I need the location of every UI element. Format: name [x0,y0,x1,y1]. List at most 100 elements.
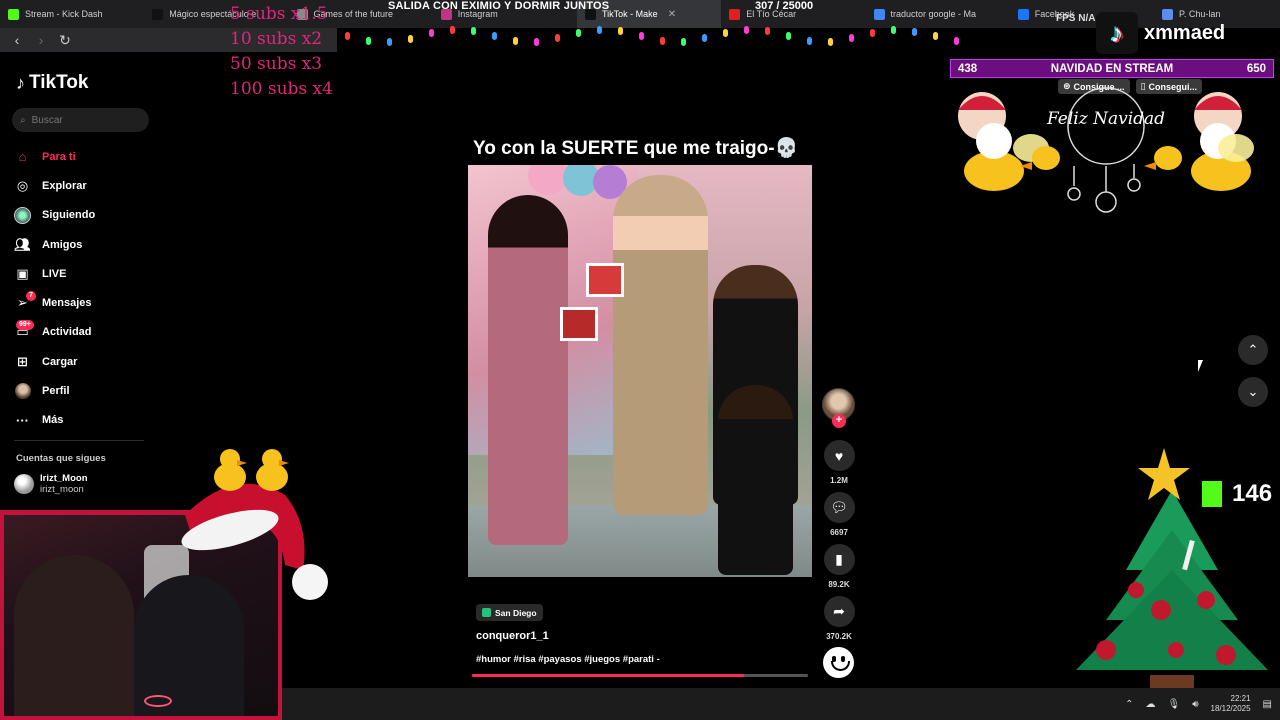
santa-hat-ducks-decoration [181,449,328,600]
sidebar-item-live[interactable]: ▣ LIVE [14,259,154,288]
sidebar-item-explorar[interactable]: ◎ Explorar [14,171,154,200]
light-bulb [681,38,686,46]
light-bulb [429,29,434,37]
gift-box [560,307,598,341]
location-label: San Diego [495,607,537,618]
chevron-down-icon: ⌄ [1247,384,1259,399]
tab-favicon-icon [873,8,885,20]
light-bulb [450,26,455,34]
light-bulb [891,26,896,34]
mouse-cursor-icon [1198,360,1203,372]
clock[interactable]: 22:21 18/12/2025 [1211,694,1251,714]
goal-bar-label: NAVIDAD EN STREAM [1050,62,1174,75]
sidebar-item-label: Para ti [42,150,76,163]
following-user-name: Irizt_Moon [40,473,88,484]
feliz-navidad-banner: Feliz Navidad [958,87,1254,213]
sidebar-item-label: Actividad [42,326,92,339]
streamer-brand: ♪ xmmaed [1096,10,1280,56]
light-bulb [387,38,392,46]
clock-time: 22:21 [1230,694,1251,703]
sidebar-item-siguiendo[interactable]: Siguiendo [14,201,154,230]
sidebar-item-label: Amigos [42,238,83,251]
reload-icon[interactable]: ↻ [58,32,72,49]
sidebar-item-mensajes[interactable]: ➢ 7 Mensajes [14,288,154,317]
system-tray: ⌃ ☁ 🎙︎ 🔊︎ 22:21 18/12/2025 ▤ [1125,688,1272,720]
activity-badge: 99+ [16,319,34,330]
streamer-name: xmmaed [1144,21,1226,44]
save-count: 89.2K [828,580,850,589]
smiley-icon[interactable] [823,647,854,678]
light-bulb [513,37,518,45]
share-icon: ➦ [823,596,855,627]
goal-bar-left: 438 [958,62,978,75]
light-bulb [471,27,476,35]
microphone-icon[interactable]: 🎙︎ [1167,699,1180,710]
cloud-icon[interactable]: ☁ [1145,699,1155,710]
light-bulb [870,29,875,37]
fps-readout: FPS N/A [1056,13,1096,24]
sidebar-item-para-ti[interactable]: ⌂ Para ti [14,142,154,171]
search-box[interactable]: ⌕ [12,108,149,132]
location-icon [482,608,491,617]
like-count: 1.2M [830,476,848,485]
volume-icon[interactable]: 🔊︎ [1192,699,1198,710]
light-bulb [618,27,623,35]
video-progress-bar[interactable] [472,674,808,677]
sidebar-item-actividad[interactable]: ▭ 99+ Actividad [14,318,154,347]
ring-light [144,695,172,707]
search-input[interactable] [31,114,132,126]
notification-icon[interactable]: ▤ [1263,699,1272,710]
subs-multiplier: 50 subs x3 [230,54,323,74]
following-icon [14,206,31,224]
tab-favicon-icon [8,8,19,20]
sidebar-item-mas[interactable]: ··· Más [14,406,154,435]
following-user[interactable]: Irizt_Moon irizt_moon [14,473,88,495]
streamer-silhouette [14,555,134,716]
light-bulb [534,38,539,46]
browser-tab[interactable]: Stream - Kick Dash [0,0,144,28]
tab-favicon-icon [729,8,741,20]
location-tag[interactable]: San Diego [476,604,543,621]
light-bulb [576,29,581,37]
sidebar-item-label: LIVE [42,267,67,280]
ornaments [1067,87,1145,213]
light-bulb [702,34,707,42]
light-bulb [723,29,728,37]
forward-icon[interactable]: › [34,32,48,48]
santa-duck-left [958,92,1060,191]
light-bulb [828,38,833,46]
video-hashtags[interactable]: #humor #risa #payasos #juegos #parati - [476,654,660,665]
comment-button[interactable]: 💬︎ 6697 [823,492,855,537]
previous-video-button[interactable]: ⌃ [1238,335,1268,365]
sidebar-item-label: Mensajes [42,297,92,310]
light-bulb [639,32,644,40]
video-player[interactable] [468,165,812,577]
video-author[interactable]: conqueror1_1 [476,630,549,642]
save-button[interactable]: ▮ 89.2K [823,544,855,589]
sidebar-item-cargar[interactable]: ⊞ Cargar [14,347,154,376]
stream-title: SALIDA CON EXIMIO Y DORMIR JUNTOS [388,0,610,12]
tiktok-logo[interactable]: ♪ TikTok [16,72,88,94]
stream-goal-bar: 438 NAVIDAD EN STREAM 650 [950,59,1274,78]
like-button[interactable]: ♥ 1.2M [823,440,855,485]
sidebar-item-amigos[interactable]: 👥︎ Amigos [14,230,154,259]
follow-plus-icon[interactable]: + [832,414,846,428]
christmas-lights-decoration [337,22,987,52]
sidebar-item-label: Cargar [42,355,78,368]
tab-title: Stream - Kick Dash [25,9,103,19]
friends-icon: 👥︎ [14,236,31,252]
sidebar-nav: ⌂ Para ti ◎ Explorar Siguiendo 👥︎ Amigos… [14,142,154,435]
chevron-up-icon[interactable]: ⌃ [1125,699,1133,710]
back-icon[interactable]: ‹ [10,32,24,48]
light-bulb [345,32,350,40]
light-bulb [765,27,770,35]
close-tab-icon[interactable]: ✕ [668,9,676,20]
heart-icon: ♥ [823,440,855,471]
sidebar-item-perfil[interactable]: Perfil [14,376,154,405]
live-icon: ▣ [16,265,29,281]
next-video-button[interactable]: ⌄ [1238,377,1268,407]
share-button[interactable]: ➦ 370.2K [823,596,855,641]
light-bulb [933,32,938,40]
woman-figure [488,195,568,545]
search-icon: ⌕ [20,114,26,126]
